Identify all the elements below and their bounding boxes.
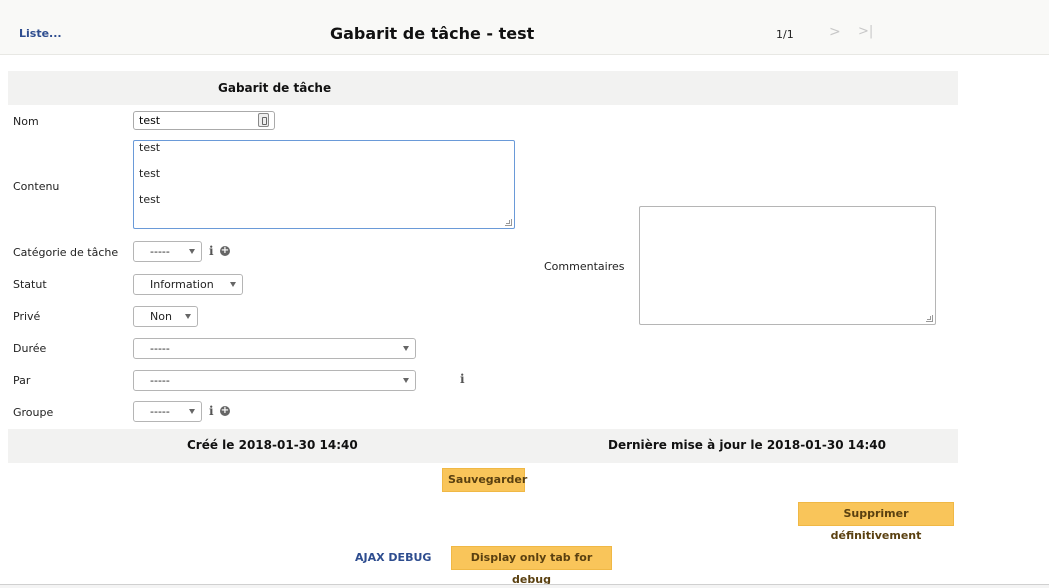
nom-input[interactable] xyxy=(133,111,275,130)
duree-select[interactable]: ----- xyxy=(133,338,416,359)
par-select-value: ----- xyxy=(150,374,170,387)
add-circle-icon[interactable]: + xyxy=(220,406,230,416)
prive-select[interactable]: Non xyxy=(133,306,198,327)
contenu-textarea[interactable]: test test test xyxy=(133,140,515,229)
save-button[interactable]: Sauvegarder xyxy=(442,468,527,492)
categorie-label: Catégorie de tâche xyxy=(13,246,119,259)
contenu-line: test xyxy=(139,167,161,180)
contenu-line: test xyxy=(139,193,161,206)
contenu-label: Contenu xyxy=(13,180,60,193)
chevron-down-icon xyxy=(403,346,409,351)
duree-label: Durée xyxy=(13,342,47,355)
prive-label: Privé xyxy=(13,310,41,323)
delete-permanently-button[interactable]: Supprimer définitivement xyxy=(798,502,954,542)
commentaires-label: Commentaires xyxy=(544,260,625,273)
par-select[interactable]: ----- xyxy=(133,370,416,391)
page-title: Gabarit de tâche - test xyxy=(330,24,535,43)
last-record-icon[interactable]: >| xyxy=(858,24,873,39)
chevron-down-icon xyxy=(189,249,195,254)
resize-handle-icon[interactable] xyxy=(505,219,512,226)
chevron-down-icon xyxy=(185,314,191,319)
next-record-icon[interactable]: > xyxy=(829,24,841,40)
statut-select[interactable]: Information xyxy=(133,274,243,295)
duree-select-value: ----- xyxy=(150,342,170,355)
nom-label: Nom xyxy=(13,115,39,128)
info-icon[interactable]: i xyxy=(209,244,214,258)
contenu-line: test xyxy=(139,141,161,154)
add-circle-icon[interactable]: + xyxy=(220,246,230,256)
prive-select-value: Non xyxy=(150,310,172,323)
chevron-down-icon xyxy=(230,282,236,287)
categorie-select[interactable]: ----- xyxy=(133,241,202,262)
commentaires-textarea[interactable] xyxy=(639,206,936,325)
info-icon[interactable]: i xyxy=(460,372,465,386)
updated-date: Dernière mise à jour le 2018-01-30 14:40 xyxy=(608,438,886,452)
resize-handle-icon[interactable] xyxy=(926,315,933,322)
info-icon[interactable]: i xyxy=(209,404,214,418)
ajax-debug-link[interactable]: AJAX DEBUG xyxy=(355,551,431,564)
debug-tab-button[interactable]: Display only tab for debug xyxy=(451,546,612,586)
groupe-label: Groupe xyxy=(13,406,54,419)
chevron-down-icon xyxy=(189,409,195,414)
categorie-select-value: ----- xyxy=(150,245,170,258)
back-to-list-link[interactable]: Liste... xyxy=(19,27,62,40)
pager-count: 1/1 xyxy=(776,28,794,41)
bottom-divider xyxy=(0,584,1049,588)
statut-select-value: Information xyxy=(150,278,214,291)
section-header xyxy=(8,71,958,105)
section-title: Gabarit de tâche xyxy=(218,81,332,95)
created-date: Créé le 2018-01-30 14:40 xyxy=(187,438,358,452)
par-label: Par xyxy=(13,374,31,387)
lock-icon xyxy=(258,113,269,127)
groupe-select-value: ----- xyxy=(150,405,170,418)
statut-label: Statut xyxy=(13,278,47,291)
chevron-down-icon xyxy=(403,378,409,383)
groupe-select[interactable]: ----- xyxy=(133,401,202,422)
